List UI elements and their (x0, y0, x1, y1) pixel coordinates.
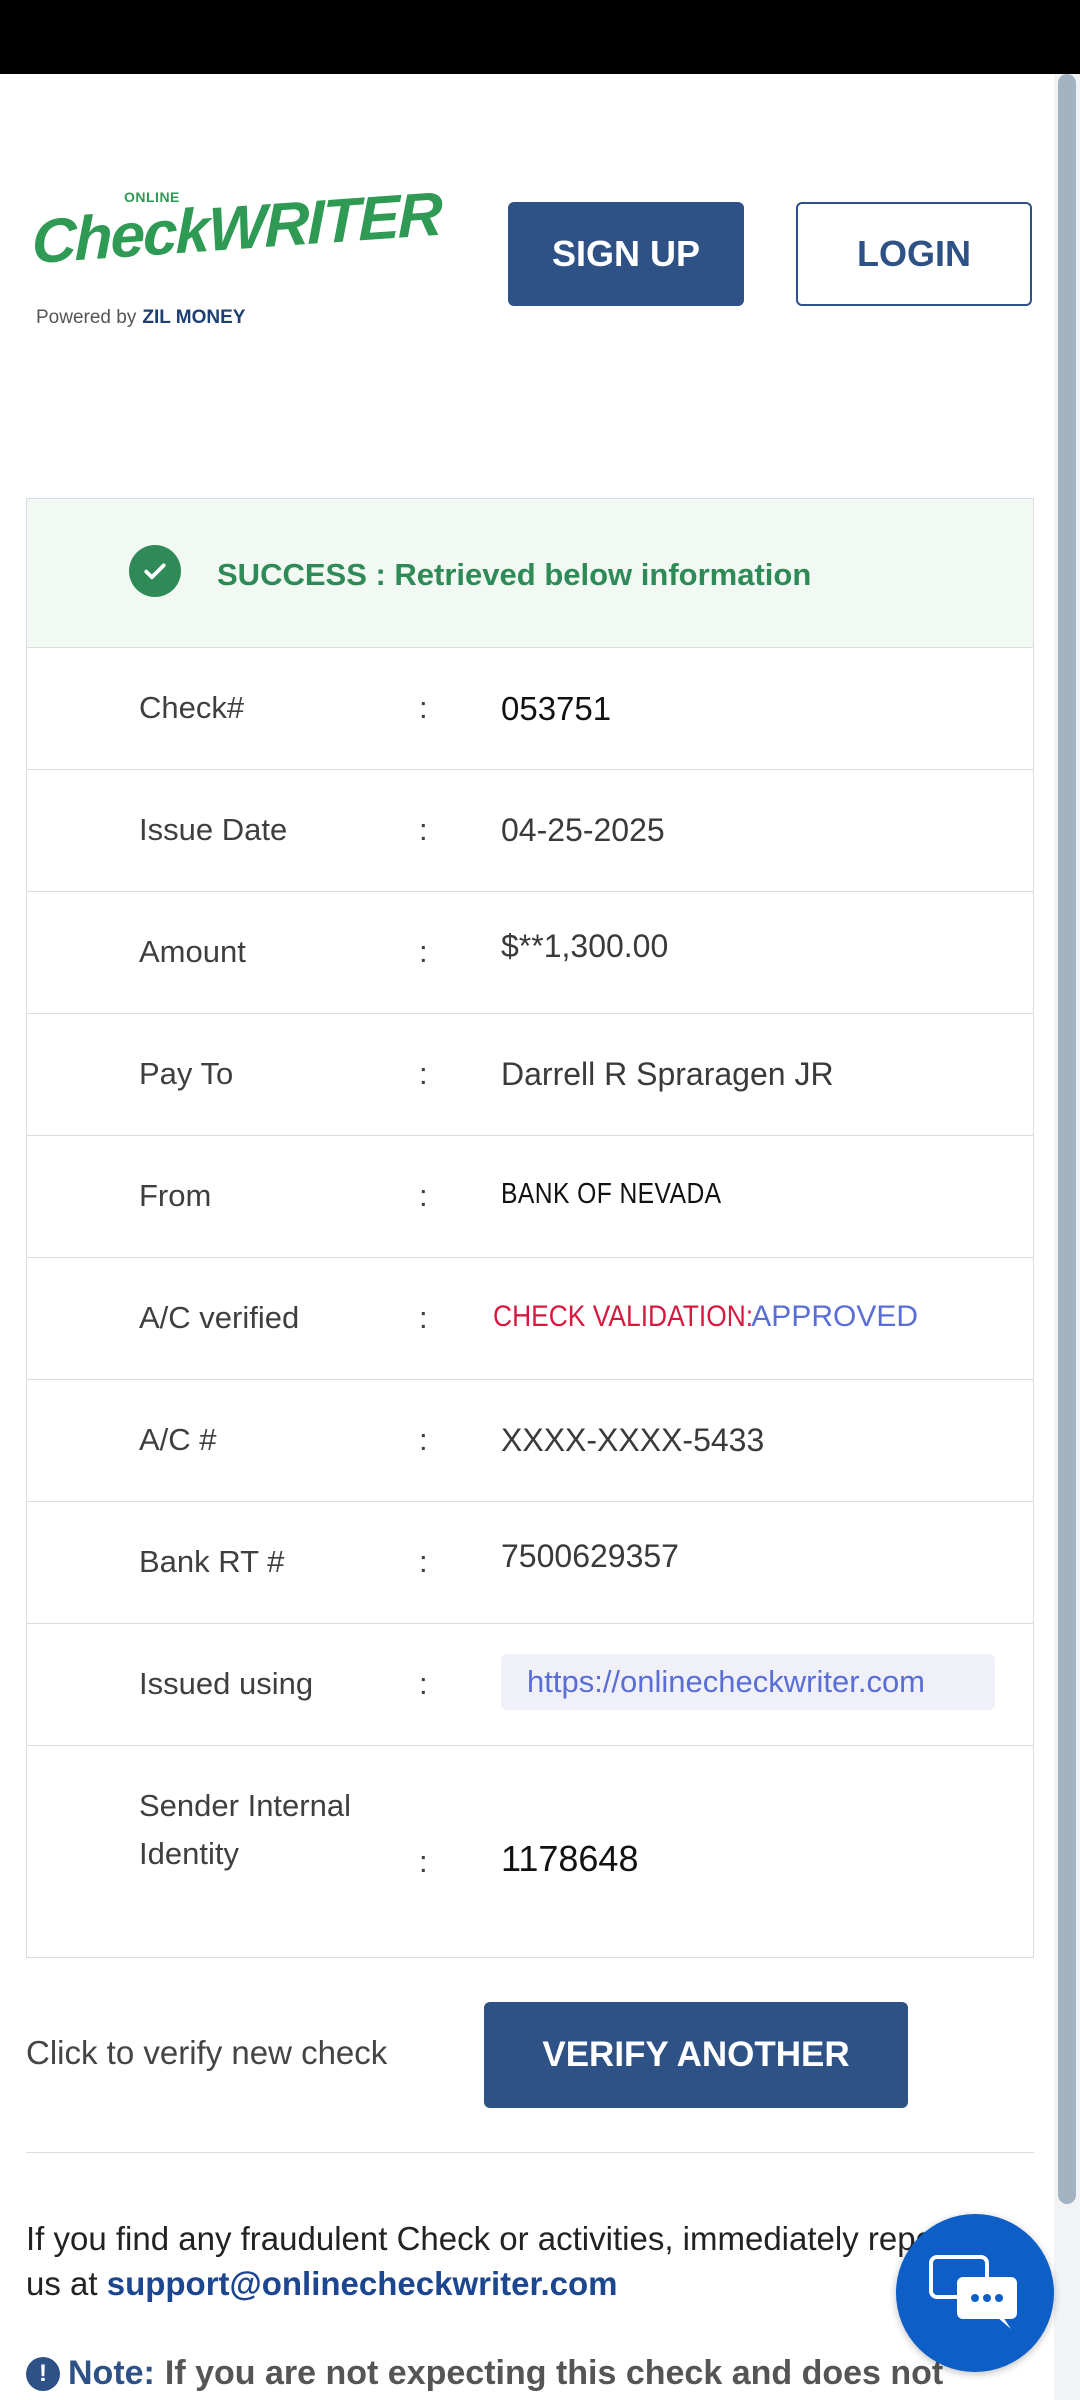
routing-number-value: 7500629357 (501, 1538, 679, 1574)
success-message: SUCCESS : Retrieved below information (217, 557, 812, 592)
logo-powered-by: Powered by ZIL MONEY (36, 307, 245, 329)
validation-approved-badge: APPROVED (751, 1300, 919, 1333)
scrollbar-thumb[interactable] (1058, 74, 1076, 2204)
account-number-value: XXXX-XXXX-5433 (501, 1422, 765, 1458)
logo-brand-check: Check (32, 195, 209, 278)
note-line: ! Note: If you are not expecting this ch… (26, 2354, 943, 2393)
sender-identity-value: 1178648 (501, 1838, 639, 1879)
detail-colon: : (419, 934, 428, 969)
logo-brand-writer: WRITER (208, 179, 441, 265)
detail-label: Pay To (139, 1056, 234, 1091)
zil-money-brand: ZIL MONEY (142, 307, 246, 328)
signup-button[interactable]: SIGN UP (508, 202, 744, 306)
detail-row-pay-to: Pay To : Darrell R Spraragen JR (27, 1013, 1033, 1135)
exclamation-circle-icon: ! (26, 2356, 60, 2391)
detail-label: Bank RT # (139, 1544, 285, 1579)
issue-date-value: 04-25-2025 (501, 812, 665, 848)
pay-to-value: Darrell R Spraragen JR (501, 1056, 834, 1092)
section-divider (26, 2152, 1034, 2153)
detail-colon: : (419, 1844, 428, 1879)
verify-prompt: Click to verify new check (26, 2034, 388, 2071)
note-label: Note: (68, 2354, 155, 2392)
detail-colon: : (419, 1056, 428, 1091)
detail-row-account-number: A/C # : XXXX-XXXX-5433 (27, 1379, 1033, 1501)
detail-colon: : (419, 1422, 428, 1457)
detail-label: A/C # (139, 1422, 217, 1457)
success-banner: SUCCESS : Retrieved below information (27, 499, 1033, 647)
issued-using-link[interactable]: https://onlinecheckwriter.com (501, 1654, 995, 1710)
detail-row-issued-using: Issued using : https://onlinecheckwriter… (27, 1623, 1033, 1745)
detail-label: Issue Date (139, 812, 288, 847)
validation-label: CHECK VALIDATION: (493, 1300, 754, 1333)
amount-value: $**1,300.00 (501, 928, 669, 964)
fraud-notice: If you find any fraudulent Check or acti… (26, 2216, 1016, 2306)
detail-row-issue-date: Issue Date : 04-25-2025 (27, 769, 1033, 891)
detail-row-from: From : BANK OF NEVADA (27, 1135, 1033, 1257)
detail-colon: : (419, 1300, 428, 1335)
check-validation-status: CHECK VALIDATION: APPROVED (493, 1300, 918, 1334)
detail-colon: : (419, 690, 428, 725)
detail-label: A/C verified (139, 1300, 300, 1335)
chat-widget-button[interactable] (896, 2214, 1054, 2372)
logo-brand: CheckWRITER (32, 179, 441, 279)
detail-label: From (139, 1178, 212, 1213)
detail-row-sender-identity: Sender Internal Identity : 1178648 (27, 1745, 1033, 1959)
detail-label: Issued using (139, 1666, 314, 1701)
note-text: If you are not expecting this check and … (164, 2354, 944, 2392)
detail-colon: : (419, 812, 428, 847)
detail-label: Sender Internal Identity (139, 1788, 351, 1871)
verify-another-button[interactable]: VERIFY ANOTHER (484, 2002, 908, 2108)
detail-row-routing-number: Bank RT # : 7500629357 (27, 1501, 1033, 1623)
check-details-card: SUCCESS : Retrieved below information Ch… (26, 498, 1034, 1958)
detail-row-ac-verified: A/C verified : CHECK VALIDATION: APPROVE… (27, 1257, 1033, 1379)
chat-bubble-icon (929, 2255, 1017, 2329)
detail-colon: : (419, 1666, 428, 1701)
login-button[interactable]: LOGIN (796, 202, 1032, 306)
check-circle-icon (129, 545, 181, 597)
support-email-link[interactable]: support@onlinecheckwriter.com (107, 2265, 618, 2302)
from-bank-value: BANK OF NEVADA (501, 1178, 722, 1210)
checkwriter-logo[interactable]: ONLINE CheckWRITER Powered by ZIL MONEY (32, 175, 441, 335)
check-number-value: 053751 (501, 690, 612, 727)
detail-label: Amount (139, 934, 246, 969)
status-bar (0, 0, 1080, 74)
detail-label: Check# (139, 690, 245, 725)
detail-colon: : (419, 1178, 428, 1213)
detail-colon: : (419, 1544, 428, 1579)
detail-row-amount: Amount : $**1,300.00 (27, 891, 1033, 1013)
powered-by-text: Powered by (36, 307, 137, 328)
detail-row-check-number: Check# : 053751 (27, 647, 1033, 769)
